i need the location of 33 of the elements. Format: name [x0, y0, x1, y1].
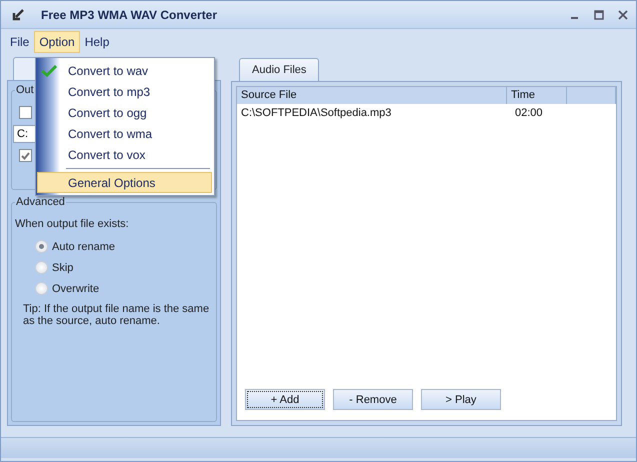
radio-button[interactable]: [35, 261, 48, 274]
column-header[interactable]: Time: [507, 87, 567, 104]
app-icon: [11, 8, 25, 22]
close-icon[interactable]: [618, 10, 628, 20]
table-cell-text: C:\SOFTPEDIA\Softpedia.mp3: [240, 106, 392, 118]
menu-item[interactable]: Convert to mp3: [36, 81, 212, 102]
menu-item[interactable]: Option: [34, 31, 80, 53]
radio-button[interactable]: [35, 282, 48, 295]
menu-item[interactable]: Help: [80, 31, 114, 53]
action-button[interactable]: > Play: [421, 389, 501, 410]
table-cell-text: 02:00: [514, 106, 544, 118]
menu-item[interactable]: General Options: [37, 172, 212, 193]
menu-item[interactable]: Convert to vox: [36, 144, 212, 165]
menu-item[interactable]: Convert to ogg: [36, 102, 212, 123]
action-button[interactable]: - Remove: [333, 389, 413, 410]
maximize-icon[interactable]: [594, 10, 604, 20]
window-title: Free MP3 WMA WAV Converter: [41, 8, 218, 22]
checkbox[interactable]: [19, 149, 32, 162]
menu-item[interactable]: Convert to wma: [36, 123, 212, 144]
tip-text: Tip: If the output file name is the same as the source, auto rename.: [23, 303, 210, 327]
action-button[interactable]: + Add: [245, 389, 325, 410]
column-header[interactable]: Source File: [237, 87, 507, 104]
menu-item[interactable]: File: [5, 31, 34, 53]
radio-label: Skip: [52, 262, 74, 274]
radio-button[interactable]: [35, 240, 48, 253]
group-title: Advanced: [15, 196, 66, 208]
checkbox[interactable]: [19, 106, 32, 119]
tab[interactable]: Audio Files: [239, 58, 319, 81]
radio-label: Auto rename: [52, 240, 115, 252]
group-title: Out: [15, 84, 35, 96]
prompt-text: When output file exists:: [15, 218, 130, 230]
radio-label: Overwrite: [52, 282, 100, 294]
menu-item[interactable]: Convert to wav: [36, 60, 212, 81]
